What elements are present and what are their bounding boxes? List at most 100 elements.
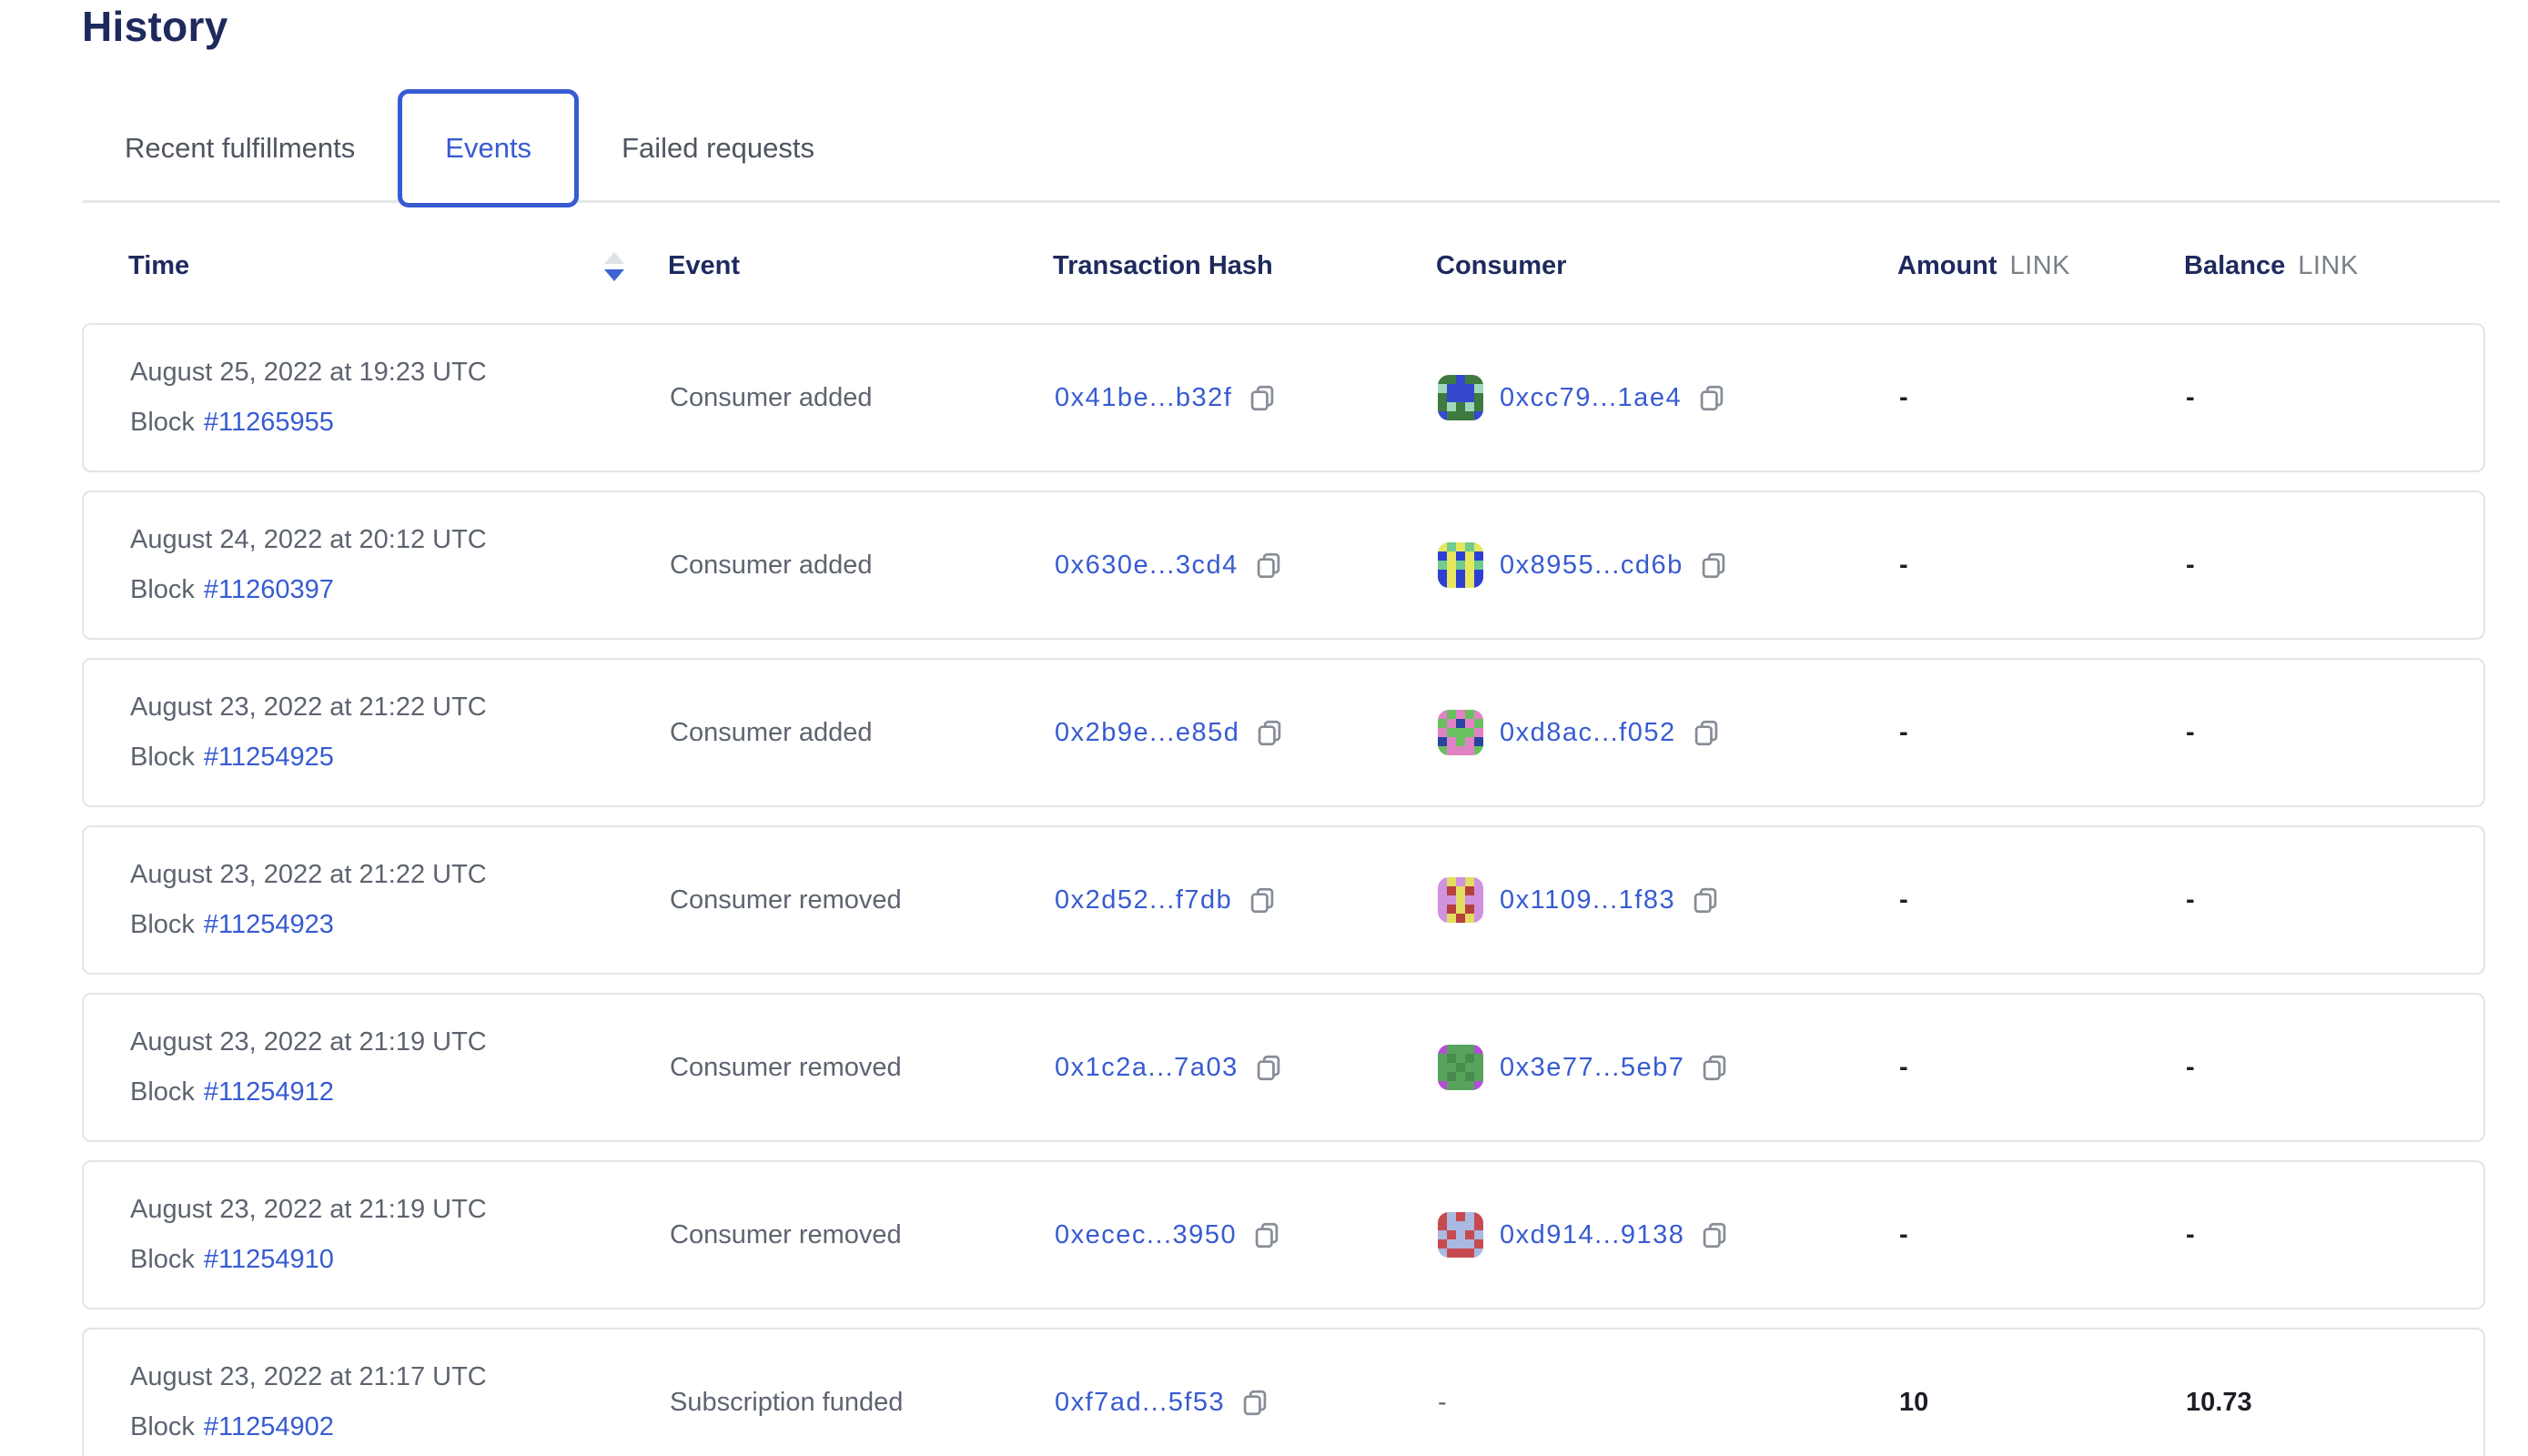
time-cell: August 23, 2022 at 21:17 UTC Block #1125… xyxy=(130,1362,670,1442)
copy-icon[interactable] xyxy=(1693,718,1720,748)
tx-hash-link[interactable]: 0xecec...3950 xyxy=(1055,1220,1237,1250)
block-number-link[interactable]: #11265955 xyxy=(204,408,334,438)
copy-icon[interactable] xyxy=(1253,1220,1280,1250)
consumer-identicon xyxy=(1438,1045,1483,1090)
amount-value: - xyxy=(1899,1053,2186,1083)
amount-unit-label: LINK xyxy=(2010,251,2070,281)
balance-value: - xyxy=(2186,551,2483,581)
event-timestamp: August 23, 2022 at 21:22 UTC xyxy=(130,860,670,890)
column-header-amount: Amount LINK xyxy=(1897,251,2184,281)
tx-hash-link[interactable]: 0x1c2a...7a03 xyxy=(1055,1053,1239,1083)
event-timestamp: August 23, 2022 at 21:19 UTC xyxy=(130,1195,670,1225)
block-number-link[interactable]: #11254925 xyxy=(204,743,334,773)
copy-icon[interactable] xyxy=(1692,885,1719,915)
copy-icon[interactable] xyxy=(1701,1053,1728,1083)
tx-hash-link[interactable]: 0x2b9e...e85d xyxy=(1055,718,1239,748)
event-name: Consumer added xyxy=(670,718,1055,748)
tx-hash-cell: 0x41be...b32f xyxy=(1055,383,1438,413)
event-timestamp: August 24, 2022 at 20:12 UTC xyxy=(130,525,670,555)
tx-hash-link[interactable]: 0xf7ad...5f53 xyxy=(1055,1388,1225,1418)
block-line: Block #11254902 xyxy=(130,1412,670,1442)
balance-header-label: Balance xyxy=(2184,251,2285,281)
balance-value: - xyxy=(2186,885,2483,915)
event-rows: August 25, 2022 at 19:23 UTC Block #1126… xyxy=(82,323,2485,1456)
time-cell: August 23, 2022 at 21:22 UTC Block #1125… xyxy=(130,860,670,940)
copy-icon[interactable] xyxy=(1241,1388,1269,1418)
event-name: Consumer added xyxy=(670,383,1055,413)
tx-hash-link[interactable]: 0x630e...3cd4 xyxy=(1055,551,1239,581)
time-cell: August 24, 2022 at 20:12 UTC Block #1126… xyxy=(130,525,670,605)
page-title: History xyxy=(82,2,228,51)
block-number-link[interactable]: #11254923 xyxy=(204,910,334,940)
block-number-link[interactable]: #11260397 xyxy=(204,575,334,605)
tab-events[interactable]: Events xyxy=(398,89,579,207)
consumer-identicon xyxy=(1438,375,1483,420)
block-label: Block xyxy=(130,743,195,773)
block-number-link[interactable]: #11254912 xyxy=(204,1077,334,1107)
tx-hash-link[interactable]: 0x41be...b32f xyxy=(1055,383,1232,413)
copy-icon[interactable] xyxy=(1249,383,1276,413)
table-row: August 23, 2022 at 21:22 UTC Block #1125… xyxy=(82,658,2485,807)
amount-value: - xyxy=(1899,718,2186,748)
table-header-row: Time Event Transaction Hash Consumer Amo… xyxy=(128,251,2485,281)
consumer-address-link[interactable]: 0x1109...1f83 xyxy=(1500,885,1675,915)
tx-hash-link[interactable]: 0x2d52...f7db xyxy=(1055,885,1232,915)
block-line: Block #11254923 xyxy=(130,910,670,940)
balance-value: - xyxy=(2186,718,2483,748)
tx-hash-cell: 0x2b9e...e85d xyxy=(1055,718,1438,748)
copy-icon[interactable] xyxy=(1255,551,1282,581)
time-cell: August 23, 2022 at 21:19 UTC Block #1125… xyxy=(130,1027,670,1107)
time-cell: August 23, 2022 at 21:22 UTC Block #1125… xyxy=(130,693,670,773)
copy-icon[interactable] xyxy=(1256,718,1283,748)
consumer-identicon xyxy=(1438,542,1483,588)
consumer-address-link[interactable]: 0xcc79...1ae4 xyxy=(1500,383,1682,413)
time-cell: August 23, 2022 at 21:19 UTC Block #1125… xyxy=(130,1195,670,1275)
block-number-link[interactable]: #11254910 xyxy=(204,1245,334,1275)
tab-recent-fulfillments[interactable]: Recent fulfillments xyxy=(82,89,398,207)
consumer-cell: 0x3e77...5eb7 xyxy=(1438,1045,1899,1090)
event-name: Consumer removed xyxy=(670,1220,1055,1250)
table-row: August 23, 2022 at 21:19 UTC Block #1125… xyxy=(82,993,2485,1142)
block-line: Block #11254925 xyxy=(130,743,670,773)
tx-hash-cell: 0x1c2a...7a03 xyxy=(1055,1053,1438,1083)
tx-hash-cell: 0xf7ad...5f53 xyxy=(1055,1388,1438,1418)
consumer-address-link[interactable]: 0xd8ac...f052 xyxy=(1500,718,1676,748)
block-number-link[interactable]: #11254902 xyxy=(204,1412,334,1442)
amount-header-label: Amount xyxy=(1897,251,1997,281)
tab-failed-requests[interactable]: Failed requests xyxy=(579,89,857,207)
copy-icon[interactable] xyxy=(1701,1220,1728,1250)
balance-value: - xyxy=(2186,1053,2483,1083)
column-header-balance: Balance LINK xyxy=(2184,251,2485,281)
copy-icon[interactable] xyxy=(1249,885,1276,915)
tx-hash-cell: 0x2d52...f7db xyxy=(1055,885,1438,915)
column-header-time: Time xyxy=(128,251,668,281)
copy-icon[interactable] xyxy=(1698,383,1725,413)
copy-icon[interactable] xyxy=(1255,1053,1282,1083)
block-label: Block xyxy=(130,1245,195,1275)
block-line: Block #11265955 xyxy=(130,408,670,438)
balance-unit-label: LINK xyxy=(2298,251,2358,281)
consumer-address-link[interactable]: 0x8955...cd6b xyxy=(1500,551,1684,581)
time-header-label: Time xyxy=(128,251,189,281)
column-header-event: Event xyxy=(668,251,1053,281)
amount-value: - xyxy=(1899,383,2186,413)
copy-icon[interactable] xyxy=(1700,551,1727,581)
consumer-identicon xyxy=(1438,1212,1483,1258)
event-name: Consumer removed xyxy=(670,1053,1055,1083)
consumer-address-link[interactable]: 0x3e77...5eb7 xyxy=(1500,1053,1684,1083)
block-line: Block #11254912 xyxy=(130,1077,670,1107)
block-label: Block xyxy=(130,1412,195,1442)
block-line: Block #11254910 xyxy=(130,1245,670,1275)
amount-value: - xyxy=(1899,551,2186,581)
consumer-cell: - xyxy=(1438,1388,1899,1418)
consumer-address-link[interactable]: 0xd914...9138 xyxy=(1500,1220,1684,1250)
time-cell: August 25, 2022 at 19:23 UTC Block #1126… xyxy=(130,358,670,438)
sort-arrows-icon[interactable] xyxy=(604,252,624,281)
event-name: Subscription funded xyxy=(670,1388,1055,1418)
event-timestamp: August 23, 2022 at 21:22 UTC xyxy=(130,693,670,723)
event-timestamp: August 23, 2022 at 21:19 UTC xyxy=(130,1027,670,1057)
sort-up-icon xyxy=(604,252,624,264)
consumer-placeholder: - xyxy=(1438,1388,1447,1418)
balance-value: - xyxy=(2186,383,2483,413)
block-label: Block xyxy=(130,1077,195,1107)
